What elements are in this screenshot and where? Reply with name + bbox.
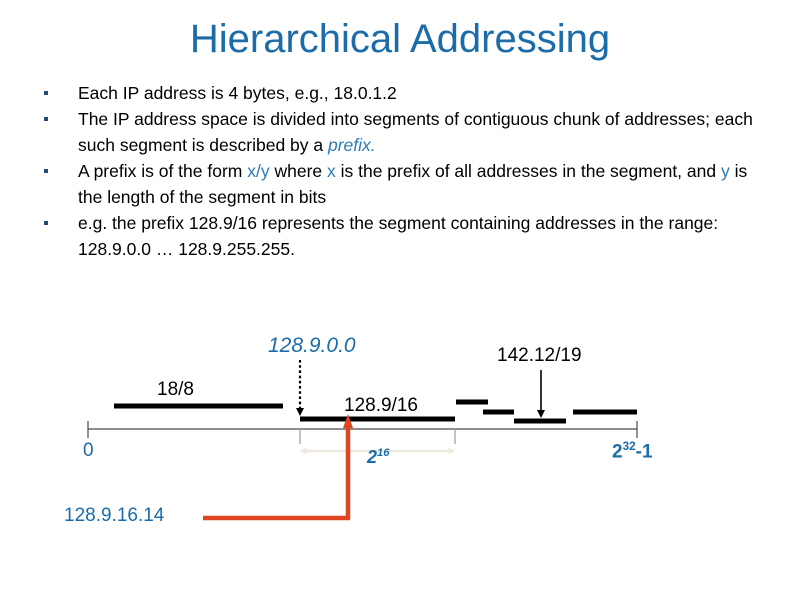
- bullet-marker-icon: [44, 117, 48, 121]
- bullet-marker-icon: [44, 221, 48, 225]
- pointer-128-9-16-14: [203, 414, 353, 521]
- bullet-list: Each IP address is 4 bytes, e.g., 18.0.1…: [36, 80, 771, 262]
- label-host-address: 128.9.16.14: [64, 505, 165, 526]
- list-item: A prefix is of the form x/y where x is t…: [36, 158, 771, 210]
- end-suffix: -1: [635, 441, 653, 463]
- label-18-8: 18/8: [157, 379, 194, 400]
- end-base: 2: [612, 441, 623, 463]
- list-item: The IP address space is divided into seg…: [36, 106, 771, 158]
- bullet-marker-icon: [44, 169, 48, 173]
- list-item: Each IP address is 4 bytes, e.g., 18.0.1…: [36, 80, 771, 106]
- list-item: e.g. the prefix 128.9/16 represents the …: [36, 210, 771, 262]
- span-exponent: 16: [377, 447, 390, 459]
- address-axis: [87, 421, 638, 444]
- end-exponent: 32: [622, 440, 636, 453]
- bullet-text-accent: x: [327, 161, 336, 181]
- span-base: 2: [367, 447, 378, 467]
- bullet-text-accent-period: .: [370, 135, 376, 155]
- bullet-text: where: [269, 161, 327, 181]
- bullet-text-accent: y: [720, 161, 730, 181]
- bullet-text: e.g. the prefix 128.9/16 represents the …: [78, 213, 719, 259]
- bullet-text: is the prefix of all addresses in the se…: [335, 161, 721, 181]
- label-142-12-19: 142.12/19: [497, 345, 582, 366]
- bullet-marker-icon: [44, 91, 48, 95]
- bullet-text: A prefix is of the form: [78, 161, 248, 181]
- bullet-text-accent: prefix: [328, 135, 371, 155]
- axis-label-end: 232-1: [612, 440, 653, 463]
- axis-label-span-2-16: 216: [367, 447, 389, 468]
- bullet-text-accent: x/y: [247, 161, 270, 181]
- axis-label-start: 0: [83, 440, 94, 461]
- page-title: Hierarchical Addressing: [189, 17, 611, 61]
- label-128-9-0-0: 128.9.0.0: [268, 334, 356, 357]
- prefix-segment-bars: [114, 399, 637, 424]
- bullet-text: Each IP address is 4 bytes, e.g., 18.0.1…: [78, 83, 397, 103]
- label-128-9-16: 128.9/16: [344, 395, 418, 416]
- bullet-text: The IP address space is divided into seg…: [78, 109, 753, 155]
